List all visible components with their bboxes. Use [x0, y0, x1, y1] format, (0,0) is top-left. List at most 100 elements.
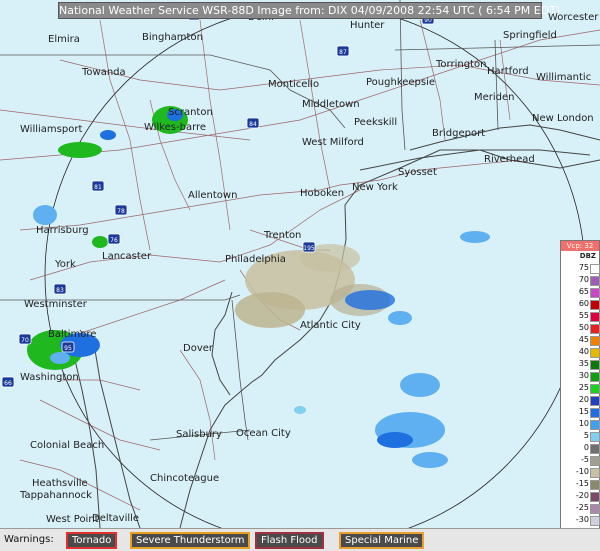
warning-special-marine-button[interactable]: Special Marine [339, 532, 425, 549]
city-label: Trenton [263, 230, 301, 241]
legend-value: 30 [578, 371, 589, 380]
legend-value: 15 [578, 407, 589, 416]
city-label: Scranton [168, 107, 213, 118]
interstate-shield-icon: 83 [53, 283, 67, 295]
warning-tornado-button[interactable]: Tornado [66, 532, 118, 549]
city-label: Syosset [398, 167, 437, 178]
echo-region [33, 205, 57, 225]
warning-severe-thunderstorm-button[interactable]: Severe Thunderstorm [130, 532, 251, 549]
city-label: York [54, 259, 76, 270]
interstate-number: 95 [64, 345, 72, 352]
city-label: Wilkes-barre [144, 122, 206, 133]
city-label: Elmira [48, 34, 80, 45]
legend-swatch [590, 420, 600, 430]
interstate-shield-icon: 78 [114, 204, 128, 216]
legend-swatch [590, 276, 600, 286]
legend-row: 20 [561, 395, 600, 406]
city-label: Allentown [188, 190, 237, 201]
legend-swatch [590, 516, 600, 526]
city-label: Salisbury [176, 429, 222, 440]
warnings-label: Warnings: [4, 534, 54, 545]
city-label: Towanda [81, 67, 126, 78]
city-label: Peekskill [354, 117, 397, 128]
legend-swatch [590, 336, 600, 346]
interstate-shield-icon: 76 [107, 233, 121, 245]
warning-flash-flood-button[interactable]: Flash Flood [255, 532, 324, 549]
city-label: Philadelphia [225, 254, 286, 265]
city-label: Colonial Beach [30, 440, 104, 451]
city-label: Williamsport [20, 124, 82, 135]
legend-swatch [590, 468, 600, 478]
echo-region [92, 236, 108, 248]
city-label: Dover [183, 343, 214, 354]
city-label: Willimantic [536, 72, 591, 83]
legend-value: 0 [583, 443, 589, 452]
echo-region [345, 290, 395, 310]
legend-row: -20 [561, 491, 600, 502]
legend-value: -5 [581, 455, 589, 464]
legend-row: 15 [561, 407, 600, 418]
echo-region [294, 406, 306, 414]
legend-value: 10 [578, 419, 589, 428]
warnings-bar: Warnings: Tornado Severe Thunderstorm Flas… [0, 528, 600, 551]
echo-region [400, 373, 440, 397]
interstate-number: 70 [21, 337, 29, 344]
interstate-number: 87 [339, 49, 347, 56]
legend-value: 40 [578, 347, 589, 356]
echo-region [388, 311, 412, 325]
legend-swatch [590, 408, 600, 418]
legend-swatch [590, 312, 600, 322]
echo-region [412, 452, 448, 468]
legend-swatch [590, 384, 600, 394]
city-label: Springfield [503, 30, 557, 41]
legend-value: -30 [575, 515, 589, 524]
interstate-number: 84 [249, 121, 257, 128]
city-label: Binghamton [142, 32, 203, 43]
echo-region [460, 231, 490, 243]
legend-value: 75 [578, 263, 589, 272]
vcp-label: Vcp: 32 [561, 241, 599, 251]
legend-row: 10 [561, 419, 600, 430]
legend-row: -15 [561, 479, 600, 490]
legend-row: 55 [561, 311, 600, 322]
legend-value: -20 [575, 491, 589, 500]
legend-row: -30 [561, 515, 600, 526]
legend-swatch [590, 396, 600, 406]
city-label: Lancaster [102, 251, 152, 262]
city-label: New London [532, 113, 594, 124]
city-label: West Milford [302, 137, 364, 148]
interstate-shield-icon: 66 [1, 376, 15, 388]
legend-row: -5 [561, 455, 600, 466]
city-label: Washington [20, 372, 79, 383]
dbz-legend: Vcp: 32 DBZ 75 70 65 60 55 50 45 40 35 30 25 20 15 10… [560, 240, 600, 542]
legend-swatch [590, 360, 600, 370]
city-label: Monticello [268, 79, 319, 90]
interstate-number: 83 [56, 287, 64, 294]
interstate-number: 81 [94, 184, 102, 191]
legend-swatch [590, 348, 600, 358]
interstate-shield-icon: 81 [91, 180, 105, 192]
legend-row: 5 [561, 431, 600, 442]
legend-value: 45 [578, 335, 589, 344]
city-label: Torrington [435, 59, 486, 70]
radar-map: 8890878481787619583709566 ElmiraBinghamt… [0, 0, 600, 528]
legend-swatch [590, 480, 600, 490]
legend-row: 40 [561, 347, 600, 358]
city-label: Hoboken [300, 188, 344, 199]
echo-region [100, 130, 116, 140]
echo-region [50, 352, 70, 364]
city-label: Hartford [487, 66, 529, 77]
legend-row: 75 [561, 263, 600, 274]
legend-value: -25 [575, 503, 589, 512]
legend-value: -10 [575, 467, 589, 476]
legend-row: 60 [561, 299, 600, 310]
legend-swatch [590, 300, 600, 310]
interstate-number: 76 [110, 237, 118, 244]
interstate-shield-icon: 70 [18, 333, 32, 345]
interstate-shield-icon: 95 [61, 341, 75, 353]
city-label: Deltaville [92, 513, 139, 524]
legend-row: -10 [561, 467, 600, 478]
legend-value: 65 [578, 287, 589, 296]
legend-value: 20 [578, 395, 589, 404]
legend-swatch [590, 504, 600, 514]
